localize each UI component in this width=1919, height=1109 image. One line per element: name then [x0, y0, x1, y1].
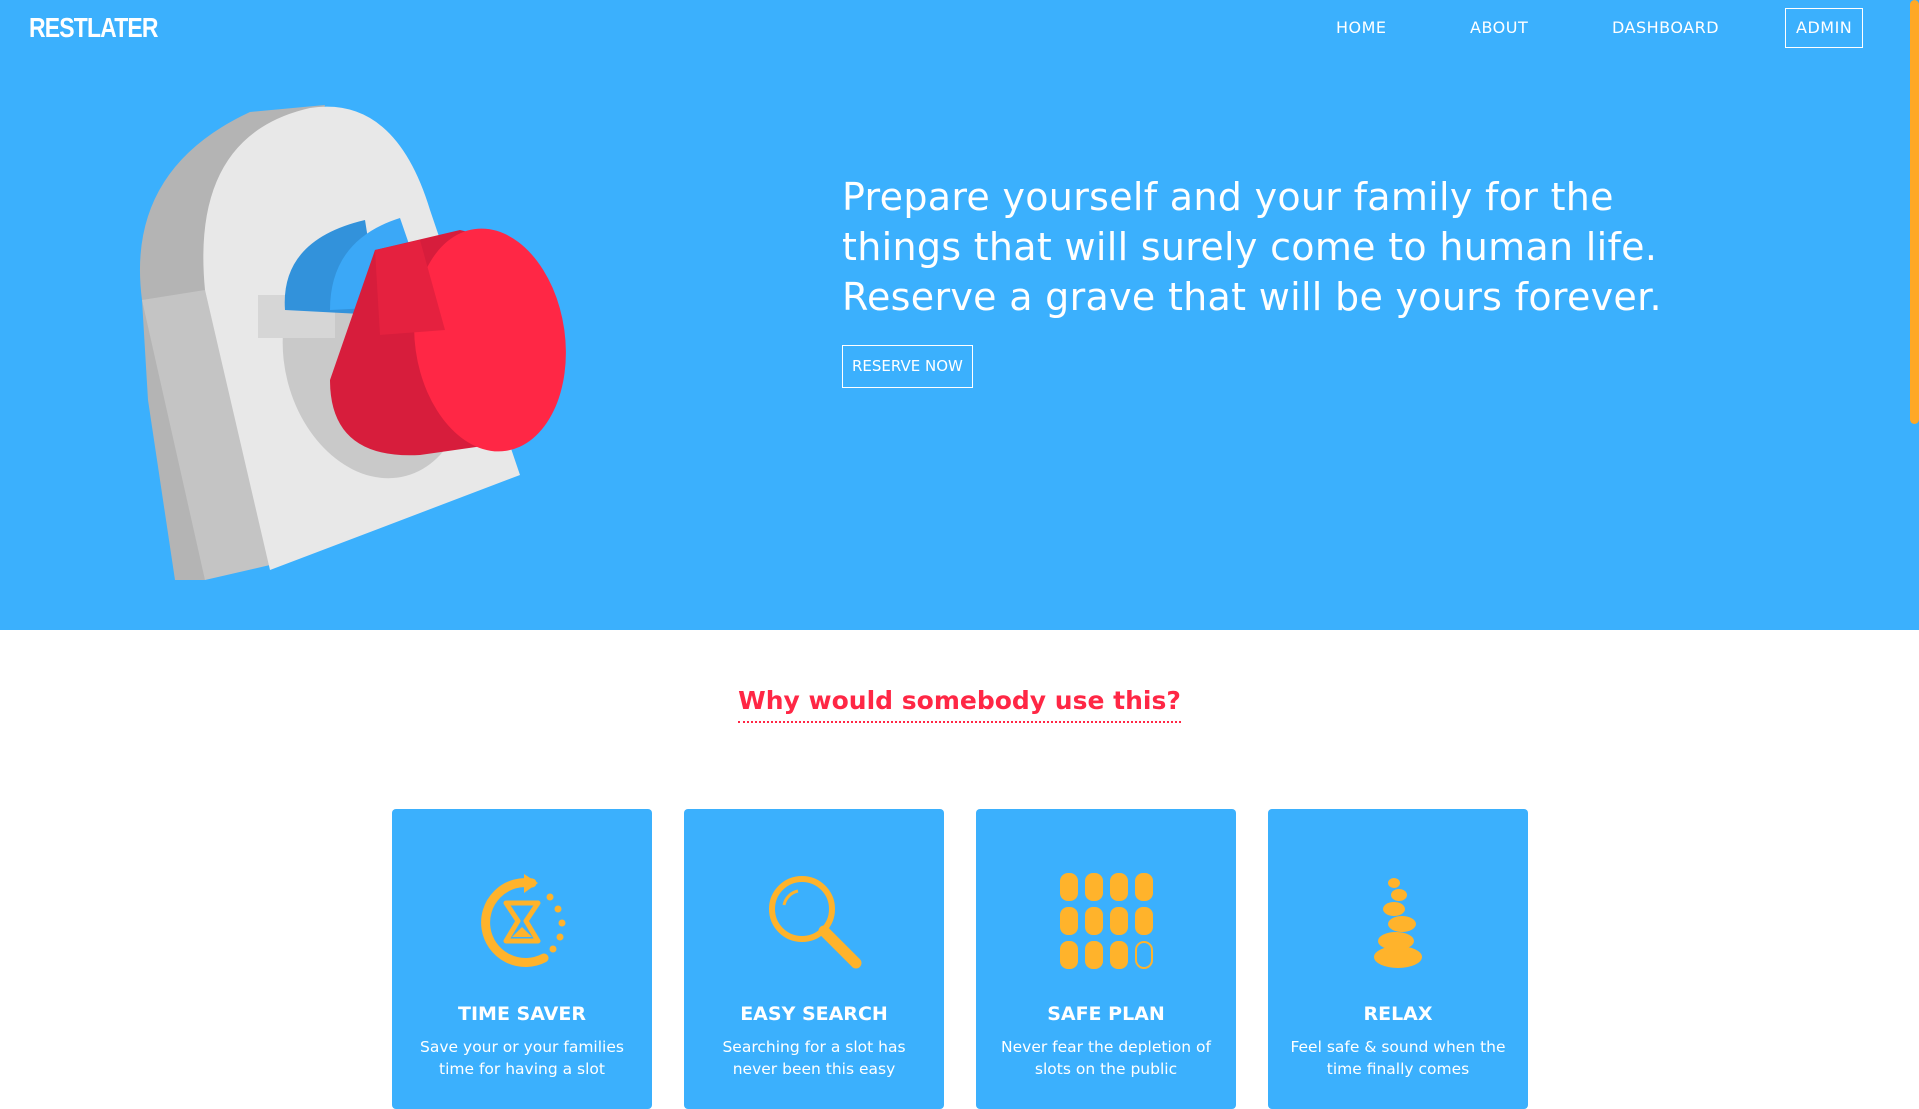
features-heading-text: Why would somebody use this? — [738, 686, 1181, 723]
reserve-now-button[interactable]: RESERVE NOW — [842, 345, 973, 388]
nav-dashboard[interactable]: DASHBOARD — [1612, 8, 1719, 48]
card-description: Never fear the depletion of slots on the… — [1001, 1038, 1211, 1078]
card-description: Searching for a slot has never been this… — [722, 1038, 906, 1078]
stacked-stones-icon — [1374, 878, 1422, 968]
feature-card-relax: RELAX Feel safe & sound when the time fi… — [1268, 809, 1528, 1109]
nav-admin-button[interactable]: ADMIN — [1785, 8, 1864, 48]
card-description: Save your or your families time for havi… — [420, 1038, 624, 1078]
brand-logo[interactable]: RESTLATER — [29, 12, 158, 44]
nav-home[interactable]: HOME — [1336, 8, 1387, 48]
card-description: Feel safe & sound when the time finally … — [1290, 1038, 1506, 1078]
hourglass-clock-icon — [481, 874, 566, 967]
slots-grid-icon — [1060, 873, 1153, 969]
nav-about[interactable]: ABOUT — [1470, 8, 1528, 48]
feature-card-easy-search: EASY SEARCH Searching for a slot has nev… — [684, 809, 944, 1109]
scrollbar-thumb[interactable] — [1910, 0, 1919, 424]
tombstone-illustration — [139, 105, 566, 580]
card-title: SAFE PLAN — [1047, 1003, 1165, 1025]
hero-tagline: Prepare yourself and your family for the… — [842, 175, 1662, 319]
magnifier-icon — [769, 876, 862, 969]
card-title: TIME SAVER — [458, 1003, 586, 1025]
card-title: EASY SEARCH — [740, 1003, 888, 1025]
card-title: RELAX — [1363, 1003, 1433, 1025]
features-heading: Why would somebody use this? — [0, 686, 1919, 723]
feature-card-safe-plan: SAFE PLAN Never fear the depletion of sl… — [976, 809, 1236, 1109]
feature-card-time-saver: TIME SAVER Save your or your families ti… — [392, 809, 652, 1109]
hero-section: RESTLATER HOME ABOUT DASHBOARD ADMIN Pre… — [0, 0, 1919, 630]
